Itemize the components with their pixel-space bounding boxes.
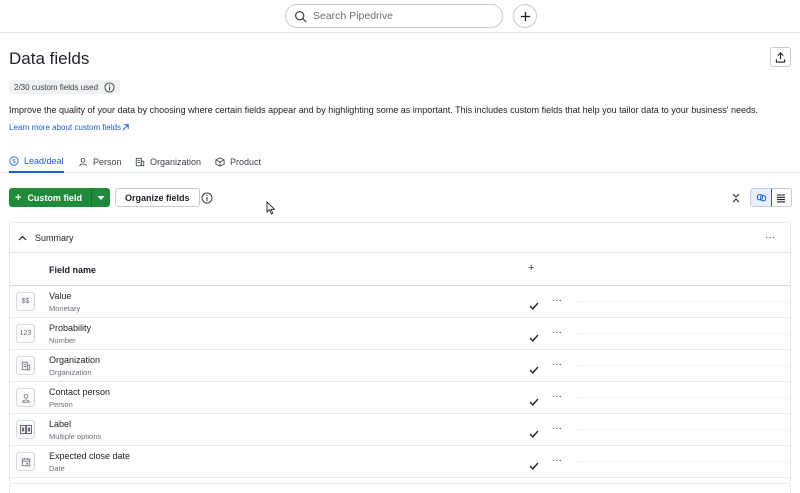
learn-more-label: Learn more about custom fields — [9, 123, 122, 132]
page-description: Improve the quality of your data by choo… — [9, 105, 758, 115]
section-header[interactable]: Summary ··· — [10, 223, 790, 253]
plus-icon — [520, 11, 530, 21]
tab-label: Organization — [150, 156, 202, 167]
custom-field-label: Custom field — [27, 192, 82, 203]
quick-add-button[interactable] — [513, 4, 537, 28]
field-name: Expected close date — [49, 451, 131, 461]
chevron-up-icon[interactable] — [18, 235, 27, 241]
custom-field-split-button: + Custom field — [9, 188, 110, 207]
field-name: Organization — [49, 355, 101, 365]
summary-section: Summary ··· Field name + $$ Value Moneta… — [9, 222, 791, 482]
tab-person[interactable]: Person — [78, 150, 122, 173]
field-name: Value — [49, 291, 72, 301]
export-button[interactable] — [770, 47, 791, 67]
table-row[interactable]: Organization Organization ··· — [10, 350, 790, 382]
table-header: Field name + — [10, 253, 790, 286]
monetary-icon: $$ — [16, 292, 35, 311]
number-icon: 123 — [16, 324, 35, 343]
table-row[interactable]: $$ Value Monetary ··· — [10, 286, 790, 318]
field-type: Date — [49, 464, 65, 473]
organize-fields-label: Organize fields — [125, 192, 190, 203]
row-divider — [578, 397, 790, 398]
field-name: Contact person — [49, 387, 111, 397]
checkmark-icon — [529, 393, 539, 411]
export-icon — [775, 51, 786, 63]
caret-down-icon — [97, 195, 105, 200]
add-custom-field-button[interactable]: + Custom field — [9, 188, 91, 207]
field-name: Probability — [49, 323, 92, 333]
checkmark-icon — [529, 297, 539, 315]
table-row[interactable]: Expected close date Date ··· — [10, 446, 790, 478]
linked-view-button[interactable] — [751, 189, 772, 206]
field-type: Monetary — [49, 304, 81, 313]
checkmark-icon — [529, 457, 539, 475]
person-icon — [16, 388, 35, 407]
usage-badge: 2/30 custom fields used — [9, 80, 121, 94]
field-name-column-header: Field name — [49, 265, 97, 275]
field-type: Organization — [49, 368, 92, 377]
row-divider — [578, 333, 790, 334]
row-more-icon[interactable]: ··· — [552, 455, 562, 466]
table-row[interactable]: Label Multiple options ··· — [10, 414, 790, 446]
search-icon — [295, 10, 307, 22]
add-column-icon[interactable]: + — [528, 262, 534, 274]
row-divider — [578, 461, 790, 462]
dollar-circle-icon: $ — [9, 155, 19, 166]
row-more-icon[interactable]: ··· — [552, 327, 562, 338]
page-title: Data fields — [9, 49, 90, 68]
info-icon[interactable] — [201, 191, 213, 209]
plus-icon: + — [15, 191, 22, 204]
table-row[interactable]: 123 Probability Number ··· — [10, 318, 790, 350]
row-more-icon[interactable]: ··· — [552, 295, 562, 306]
building-icon — [135, 157, 145, 166]
more-options-icon[interactable]: ··· — [765, 232, 775, 243]
collapse-icon — [732, 193, 739, 202]
external-arrow-icon — [122, 124, 129, 131]
mouse-cursor-icon — [266, 200, 276, 220]
table-row[interactable]: Contact person Person ··· — [10, 382, 790, 414]
field-type: Multiple options — [49, 432, 102, 441]
tab-label: Product — [230, 156, 262, 167]
usage-text: 2/30 custom fields used — [14, 82, 99, 92]
row-divider — [578, 301, 790, 302]
view-toggle — [750, 188, 792, 207]
row-more-icon[interactable]: ··· — [552, 391, 562, 402]
row-divider — [578, 365, 790, 366]
checkmark-icon — [529, 329, 539, 347]
list-icon — [777, 193, 785, 202]
search-box[interactable] — [285, 4, 503, 28]
tab-product[interactable]: Product — [215, 150, 261, 173]
learn-more-link[interactable]: Learn more about custom fields — [9, 123, 130, 132]
info-icon[interactable] — [104, 81, 115, 93]
organize-fields-button[interactable]: Organize fields — [115, 188, 200, 207]
person-icon — [79, 157, 87, 166]
checkmark-icon — [529, 425, 539, 443]
collapse-all-button[interactable] — [727, 189, 744, 206]
checkmark-icon — [529, 361, 539, 379]
tab-organization[interactable]: Organization — [135, 150, 201, 173]
tab-label: Person — [93, 156, 122, 167]
search-input[interactable] — [313, 10, 483, 22]
field-type: Person — [49, 400, 73, 409]
box-icon — [215, 156, 225, 167]
row-more-icon[interactable]: ··· — [552, 423, 562, 434]
section-title: Summary — [35, 232, 74, 243]
tab-label: Lead/deal — [24, 155, 64, 166]
organization-icon — [16, 356, 35, 375]
top-bar — [0, 0, 800, 33]
next-section-edge — [9, 483, 791, 493]
custom-field-dropdown-button[interactable] — [90, 188, 110, 207]
list-view-button[interactable] — [771, 189, 791, 206]
link-icon — [756, 194, 766, 202]
multiple-options-icon — [16, 420, 35, 439]
svg-text:$: $ — [12, 159, 16, 165]
entity-tabs: $ Lead/deal Person Organization Product — [0, 150, 800, 173]
row-divider — [578, 429, 790, 430]
tab-lead-deal[interactable]: $ Lead/deal — [9, 150, 64, 173]
calendar-icon — [16, 452, 35, 471]
field-type: Number — [49, 336, 76, 345]
field-name: Label — [49, 419, 72, 429]
row-more-icon[interactable]: ··· — [552, 359, 562, 370]
